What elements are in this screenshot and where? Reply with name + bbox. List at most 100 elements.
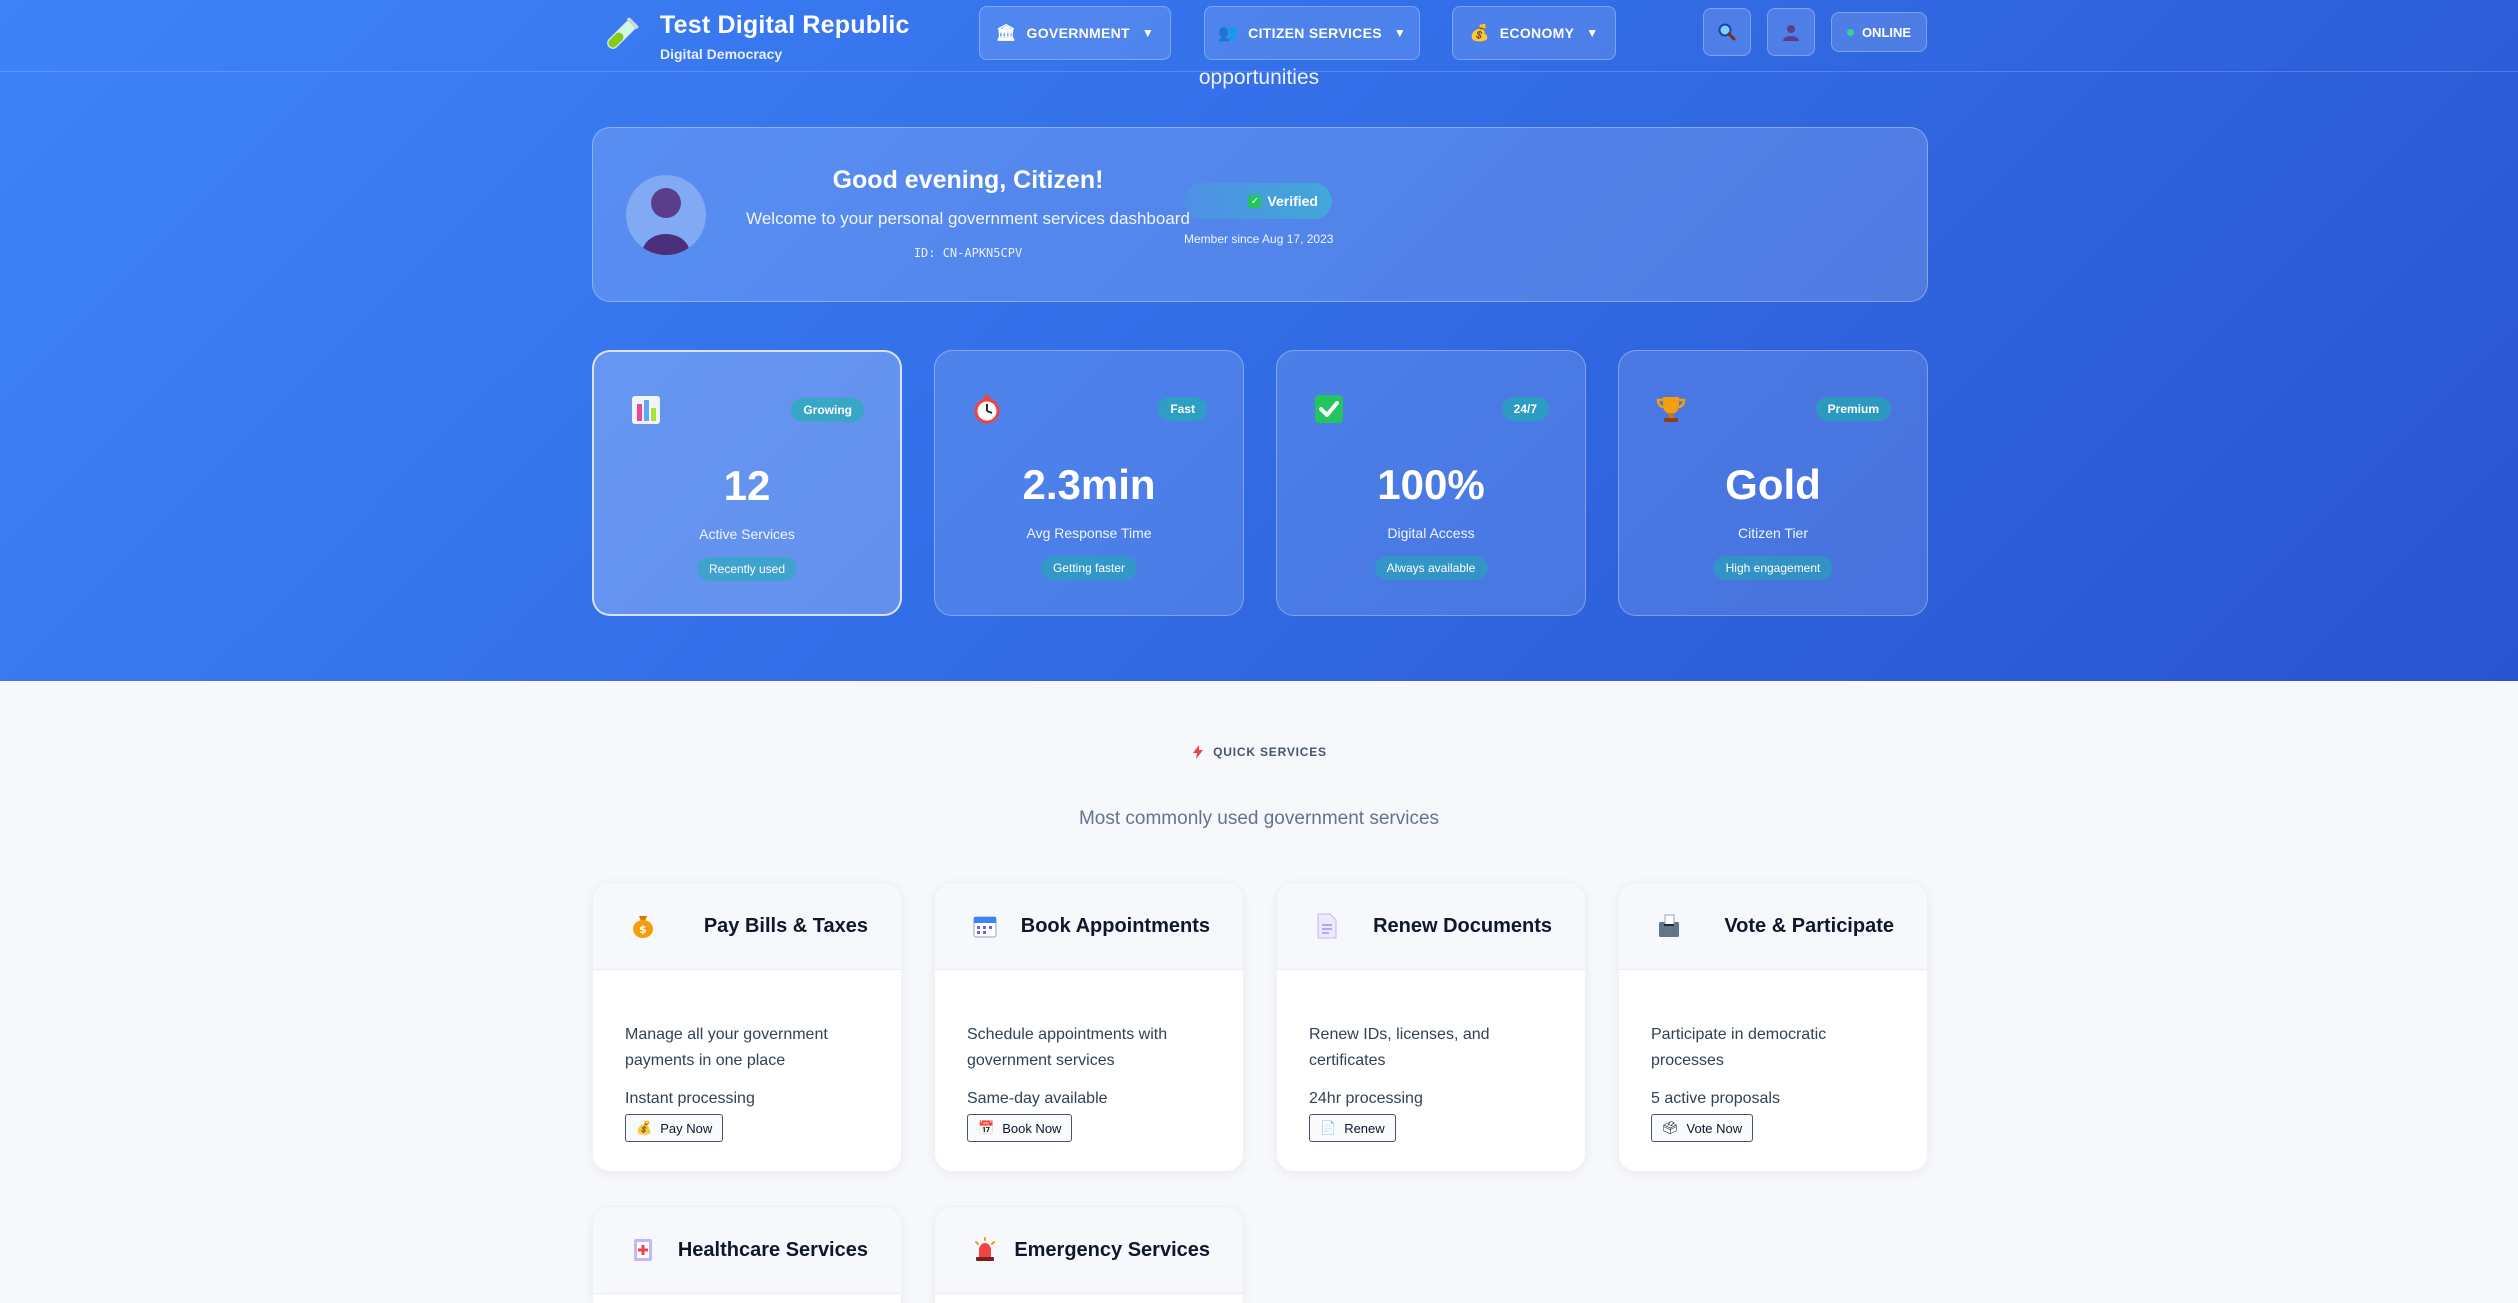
renew-button[interactable]: 📄 Renew: [1309, 1114, 1396, 1142]
stat-card-active-services[interactable]: Growing 12 Active Services Recently used: [592, 350, 902, 616]
test-tube-icon: [598, 14, 642, 58]
hero-partial-text: opportunities: [1198, 66, 1320, 89]
online-dot-icon: [1846, 28, 1854, 36]
user-profile-button[interactable]: [1767, 8, 1815, 56]
brand[interactable]: Test Digital Republic Digital Democracy: [598, 10, 910, 62]
service-title: Pay Bills & Taxes: [703, 914, 868, 937]
lightning-icon: [1193, 745, 1204, 759]
renew-label: Renew: [1344, 1120, 1385, 1136]
bar-chart-icon: [628, 392, 664, 428]
document-icon: [1312, 911, 1342, 941]
caret-down-icon: ▼: [1393, 26, 1407, 40]
stat-card-response-time[interactable]: Fast 2.3min Avg Response Time Getting fa…: [934, 350, 1244, 616]
search-button[interactable]: [1703, 8, 1751, 56]
search-icon: [1718, 23, 1736, 41]
service-title: Renew Documents: [1373, 914, 1552, 937]
document-icon: 📄: [1320, 1120, 1337, 1135]
brand-subtitle: Digital Democracy: [660, 45, 783, 62]
hero-section: Test Digital Republic Digital Democracy …: [0, 0, 2518, 681]
quick-services-subtitle: Most commonly used government services: [1078, 808, 1440, 829]
service-title: Healthcare Services: [677, 1238, 868, 1261]
caret-down-icon: ▼: [1586, 26, 1599, 40]
avatar: [626, 175, 706, 255]
check-icon: ✓: [1248, 194, 1262, 208]
stat-label: Avg Response Time: [1026, 525, 1152, 541]
pay-now-button[interactable]: 💰 Pay Now: [625, 1114, 724, 1142]
stat-value: 100%: [1377, 461, 1485, 508]
service-card-book-appointments[interactable]: Book Appointments Schedule appointments …: [934, 882, 1244, 1172]
welcome-card: Good evening, Citizen! Welcome to your p…: [592, 127, 1928, 302]
stat-value: 2.3min: [1022, 461, 1156, 508]
stat-value: Gold: [1725, 461, 1821, 508]
caret-down-icon: ▼: [1141, 26, 1155, 40]
book-now-button[interactable]: 📅 Book Now: [967, 1114, 1073, 1142]
stat-footer: High engagement: [1713, 556, 1833, 580]
service-card-emergency[interactable]: Emergency Services: [934, 1206, 1244, 1303]
service-description: Participate in democratic processes: [1651, 1026, 1827, 1069]
vote-now-button[interactable]: 🗳 Vote Now: [1651, 1114, 1754, 1142]
nav-government-label: GOVERNMENT: [1026, 25, 1130, 41]
service-title: Book Appointments: [1020, 914, 1210, 937]
service-meta: 5 active proposals: [1651, 1090, 1780, 1107]
verified-label: Verified: [1267, 193, 1318, 209]
service-meta: Instant processing: [625, 1090, 755, 1107]
stat-value: 12: [723, 462, 771, 509]
calendar-icon: 📅: [978, 1120, 995, 1135]
svg-text:$: $: [639, 923, 647, 936]
stat-card-digital-access[interactable]: 24/7 100% Digital Access Always availabl…: [1276, 350, 1586, 616]
brand-title: Test Digital Republic: [660, 10, 910, 39]
stat-badge: Fast: [1158, 397, 1207, 421]
money-bag-icon: 💰: [636, 1120, 653, 1135]
trophy-icon: [1653, 391, 1689, 427]
service-description: Renew IDs, licenses, and certificates: [1309, 1026, 1490, 1069]
service-card-renew-documents[interactable]: Renew Documents Renew IDs, licenses, and…: [1276, 882, 1586, 1172]
money-bag-icon: $: [628, 911, 658, 941]
service-description: Schedule appointments with government se…: [967, 1026, 1168, 1069]
stopwatch-icon: [969, 391, 1005, 427]
nav-government-button[interactable]: 🏛 GOVERNMENT ▼: [979, 6, 1171, 60]
stat-label: Active Services: [699, 526, 795, 542]
vote-now-label: Vote Now: [1686, 1120, 1743, 1136]
classical-building-icon: 🏛: [995, 25, 1017, 42]
stat-badge: Premium: [1815, 397, 1891, 421]
welcome-greeting: Good evening, Citizen!: [832, 166, 1104, 194]
service-title: Vote & Participate: [1724, 914, 1894, 937]
stat-badge: Growing: [791, 398, 864, 422]
siren-icon: [970, 1235, 1000, 1265]
service-description: Manage all your government payments in o…: [625, 1026, 828, 1069]
nav-economy-button[interactable]: 💰 ECONOMY ▼: [1452, 6, 1616, 60]
online-status-label: ONLINE: [1861, 24, 1912, 40]
calendar-icon: [970, 911, 1000, 941]
stat-footer: Recently used: [696, 557, 798, 581]
check-mark-icon: [1311, 391, 1347, 427]
stat-card-citizen-tier[interactable]: Premium Gold Citizen Tier High engagemen…: [1618, 350, 1928, 616]
top-navbar: Test Digital Republic Digital Democracy …: [0, 0, 2518, 72]
stat-footer: Getting faster: [1040, 556, 1138, 580]
service-card-healthcare[interactable]: Healthcare Services: [592, 1206, 902, 1303]
stat-label: Digital Access: [1387, 525, 1475, 541]
quick-services-label: QUICK SERVICES: [1213, 745, 1327, 759]
service-meta: Same-day available: [967, 1090, 1108, 1107]
ballot-box-icon: [1654, 911, 1684, 941]
member-since: Member since Aug 17, 2023: [1184, 232, 1334, 246]
medical-icon: [628, 1235, 658, 1265]
online-status-badge: ONLINE: [1831, 12, 1927, 52]
quick-services-heading: QUICK SERVICES: [0, 745, 2518, 759]
nav-economy-label: ECONOMY: [1499, 25, 1575, 41]
service-meta: 24hr processing: [1309, 1090, 1423, 1107]
service-title: Emergency Services: [1014, 1238, 1210, 1261]
money-bag-icon: 💰: [1469, 25, 1490, 42]
nav-citizen-services-button[interactable]: 👥 CITIZEN SERVICES ▼: [1204, 6, 1420, 60]
welcome-subtitle: Welcome to your personal government serv…: [746, 209, 1190, 228]
book-now-label: Book Now: [1002, 1120, 1062, 1136]
service-card-pay-bills[interactable]: $ Pay Bills & Taxes Manage all your gove…: [592, 882, 902, 1172]
people-icon: 👥: [1217, 25, 1239, 42]
ballot-box-icon: 🗳: [1662, 1120, 1679, 1135]
stat-badge: 24/7: [1501, 397, 1549, 421]
service-card-vote[interactable]: Vote & Participate Participate in democr…: [1618, 882, 1928, 1172]
stat-label: Citizen Tier: [1737, 525, 1809, 541]
pay-now-label: Pay Now: [660, 1120, 713, 1136]
citizen-id: ID: CN-APKN5CPV: [913, 246, 1023, 260]
user-icon: [1783, 25, 1799, 41]
nav-citizen-services-label: CITIZEN SERVICES: [1248, 25, 1382, 41]
